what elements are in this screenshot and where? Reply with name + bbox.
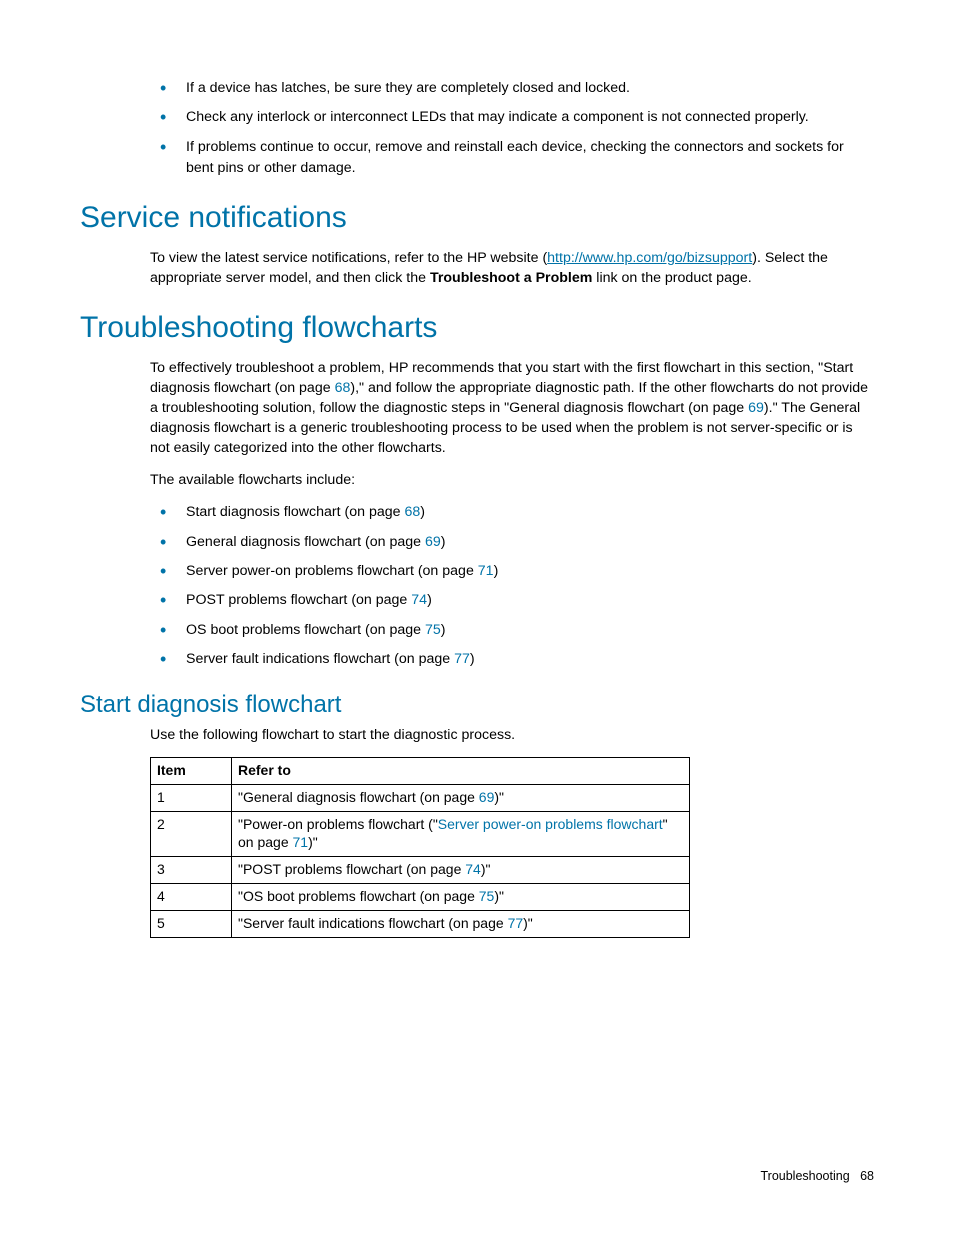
cell-item: 3 [151,857,232,884]
col-header-item: Item [151,757,232,784]
service-paragraph: To view the latest service notifications… [150,248,874,288]
list-item: Server fault indications flowchart (on p… [150,649,874,670]
reference-table: Item Refer to 1 "General diagnosis flowc… [150,757,690,938]
text: ) [427,592,432,608]
cell-refer: "General diagnosis flowchart (on page 69… [232,784,690,811]
text: Server power-on problems flowchart (on p… [186,563,478,579]
text: To view the latest service notifications… [150,250,547,266]
page-ref[interactable]: 69 [425,534,441,550]
flowcharts-intro: To effectively troubleshoot a problem, H… [150,358,874,459]
page-ref[interactable]: 74 [465,861,481,877]
page-ref[interactable]: 68 [404,504,420,520]
page-ref[interactable]: 77 [454,651,470,667]
page-footer: Troubleshooting 68 [760,1169,874,1183]
list-item: Check any interlock or interconnect LEDs… [150,107,874,128]
text: )" [494,888,504,904]
text: )" [494,789,504,805]
list-item: If problems continue to occur, remove an… [150,137,874,180]
table-row: 3 "POST problems flowchart (on page 74)" [151,857,690,884]
start-diagnosis-block: Use the following flowchart to start the… [150,725,874,938]
page-ref[interactable]: 69 [479,789,495,805]
text: OS boot problems flowchart (on page [186,622,425,638]
text: Start diagnosis flowchart (on page [186,504,404,520]
cell-refer: "Server fault indications flowchart (on … [232,911,690,938]
heading-start-diagnosis: Start diagnosis flowchart [80,692,874,718]
top-bullet-list: If a device has latches, be sure they ar… [150,78,874,179]
page-ref-68[interactable]: 68 [335,380,351,396]
table-row: 4 "OS boot problems flowchart (on page 7… [151,884,690,911]
text: "General diagnosis flowchart (on page [238,789,479,805]
page-ref[interactable]: 71 [293,834,309,850]
text: )" [308,834,318,850]
footer-page-number: 68 [860,1169,874,1183]
cell-item: 1 [151,784,232,811]
text: Server fault indications flowchart (on p… [186,651,454,667]
text: )" [481,861,491,877]
heading-service-notifications: Service notifications [80,201,874,234]
table-row: 5 "Server fault indications flowchart (o… [151,911,690,938]
cell-item: 2 [151,811,232,857]
page-ref[interactable]: 74 [411,592,427,608]
list-item: Server power-on problems flowchart (on p… [150,561,874,582]
crossref-link[interactable]: Server power-on problems flowchart [438,816,663,832]
text: ) [441,534,446,550]
col-header-refer: Refer to [232,757,690,784]
cell-item: 4 [151,884,232,911]
text: ) [420,504,425,520]
page-ref[interactable]: 71 [478,563,494,579]
flowcharts-list: Start diagnosis flowchart (on page 68) G… [150,502,874,670]
top-bullets-block: If a device has latches, be sure they ar… [150,78,874,179]
text: link on the product page. [592,270,751,286]
list-item: If a device has latches, be sure they ar… [150,78,874,99]
text: )" [523,915,533,931]
text: "Server fault indications flowchart (on … [238,915,508,931]
list-item: OS boot problems flowchart (on page 75) [150,620,874,641]
start-diagnosis-intro: Use the following flowchart to start the… [150,725,874,745]
page-ref[interactable]: 77 [508,915,524,931]
page-ref-69[interactable]: 69 [748,400,764,416]
text: ) [470,651,475,667]
text: ) [494,563,499,579]
troubleshoot-problem-link-label: Troubleshoot a Problem [430,270,592,286]
heading-troubleshooting-flowcharts: Troubleshooting flowcharts [80,311,874,344]
text: POST problems flowchart (on page [186,592,411,608]
list-item: POST problems flowchart (on page 74) [150,590,874,611]
page-content: If a device has latches, be sure they ar… [0,0,954,938]
list-item: Start diagnosis flowchart (on page 68) [150,502,874,523]
list-item: General diagnosis flowchart (on page 69) [150,532,874,553]
page-ref[interactable]: 75 [425,622,441,638]
text: "Power-on problems flowchart (" [238,816,438,832]
page-ref[interactable]: 75 [479,888,495,904]
table-row: 1 "General diagnosis flowchart (on page … [151,784,690,811]
cell-refer: "Power-on problems flowchart ("Server po… [232,811,690,857]
flowcharts-block: To effectively troubleshoot a problem, H… [150,358,874,671]
table-row: 2 "Power-on problems flowchart ("Server … [151,811,690,857]
flowcharts-list-intro: The available flowcharts include: [150,470,874,490]
footer-section: Troubleshooting [760,1169,849,1183]
service-paragraph-block: To view the latest service notifications… [150,248,874,288]
cell-refer: "OS boot problems flowchart (on page 75)… [232,884,690,911]
text: "OS boot problems flowchart (on page [238,888,479,904]
text: "POST problems flowchart (on page [238,861,465,877]
text: ) [441,622,446,638]
cell-item: 5 [151,911,232,938]
table-header-row: Item Refer to [151,757,690,784]
cell-refer: "POST problems flowchart (on page 74)" [232,857,690,884]
text: General diagnosis flowchart (on page [186,534,425,550]
hp-bizsupport-link[interactable]: http://www.hp.com/go/bizsupport [547,250,752,266]
